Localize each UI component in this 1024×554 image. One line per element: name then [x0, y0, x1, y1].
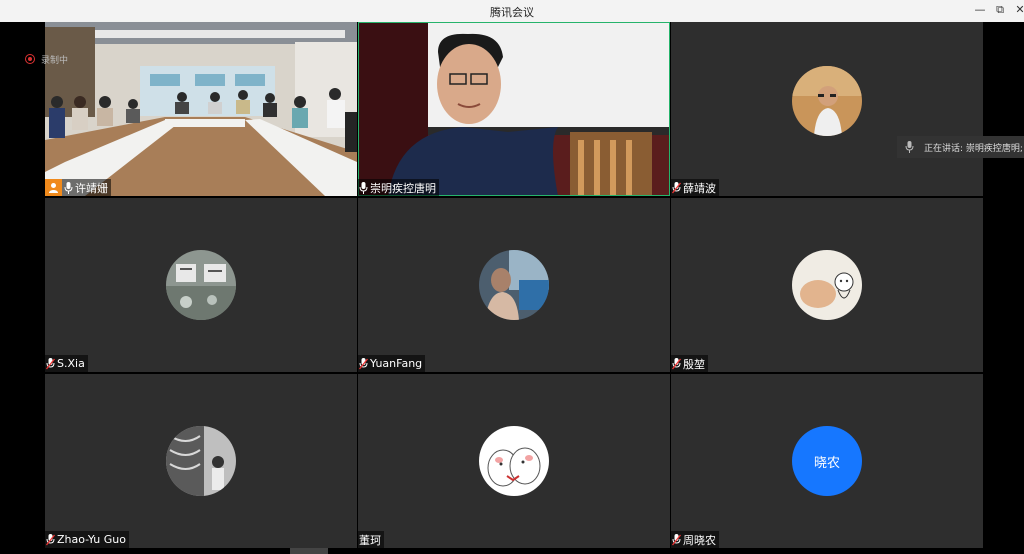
avatar: [479, 426, 549, 496]
toolbar-handle[interactable]: [290, 548, 328, 554]
host-icon: [45, 179, 62, 196]
mic-muted-icon: [46, 533, 55, 545]
participant-nameplate: YuanFang: [358, 355, 426, 372]
avatar: [166, 250, 236, 320]
mic-muted-icon: [46, 357, 55, 369]
participant-nameplate: 薛靖波: [671, 179, 719, 196]
participant-nameplate: 崇明疾控唐明: [358, 179, 439, 196]
participant-name: 薛靖波: [683, 181, 716, 195]
participant-name: YuanFang: [370, 357, 423, 370]
participant-nameplate: S.Xia: [45, 355, 88, 372]
video-tile[interactable]: S.Xia: [45, 198, 357, 372]
video-tile[interactable]: 殷堃: [671, 198, 983, 372]
video-tile-active-speaker[interactable]: 崇明疾控唐明: [358, 22, 670, 196]
title-bar: 腾讯会议 — ⧉ ✕: [0, 0, 1024, 22]
participant-name: 崇明疾控唐明: [370, 181, 436, 195]
participant-name: 许靖姗: [75, 181, 108, 195]
participant-name: 周晓农: [683, 533, 716, 547]
participant-nameplate: 董珂: [358, 531, 384, 548]
video-tile[interactable]: 薛靖波: [671, 22, 983, 196]
video-tile[interactable]: YuanFang: [358, 198, 670, 372]
person-video-feed: [358, 22, 670, 196]
avatar: [792, 250, 862, 320]
window-title: 腾讯会议: [490, 6, 534, 19]
minimize-button[interactable]: —: [970, 3, 990, 19]
video-tile[interactable]: 晓农 周晓农: [671, 374, 983, 548]
close-button[interactable]: ✕: [1010, 3, 1024, 19]
record-icon: [25, 54, 35, 64]
mic-muted-icon: [672, 533, 681, 545]
mic-muted-icon: [672, 357, 681, 369]
participant-name: S.Xia: [57, 357, 85, 370]
mic-icon: [359, 181, 368, 194]
text-avatar: 晓农: [792, 426, 862, 496]
participant-nameplate: 周晓农: [671, 531, 719, 548]
participant-nameplate: Zhao-Yu Guo: [45, 531, 129, 548]
participant-nameplate: 许靖姗: [45, 179, 111, 196]
video-tile[interactable]: 董珂: [358, 374, 670, 548]
avatar: [479, 250, 549, 320]
speaking-indicator: 正在讲话: 崇明疾控唐明;: [897, 136, 1024, 158]
recording-label: 录制中: [41, 55, 69, 66]
meeting-stage: 许靖姗 崇明疾控唐明 薛靖波 S.Xia YuanFang 殷堃 Zhao-Yu…: [0, 22, 1024, 554]
mic-muted-icon: [359, 357, 368, 369]
video-tile[interactable]: 许靖姗: [45, 22, 357, 196]
participant-name: 董珂: [359, 533, 381, 547]
avatar: [166, 426, 236, 496]
participant-name: 殷堃: [683, 357, 705, 371]
speaking-label: 正在讲话: 崇明疾控唐明;: [924, 143, 1023, 154]
recording-indicator: 录制中: [25, 52, 95, 66]
video-tile[interactable]: Zhao-Yu Guo: [45, 374, 357, 548]
participant-name: Zhao-Yu Guo: [57, 533, 126, 546]
restore-button[interactable]: ⧉: [990, 3, 1010, 19]
mic-muted-icon: [672, 181, 681, 193]
mic-icon: [64, 181, 73, 194]
mic-icon: [905, 141, 914, 153]
participant-nameplate: 殷堃: [671, 355, 708, 372]
avatar: [792, 66, 862, 136]
room-video-feed: [45, 22, 357, 196]
